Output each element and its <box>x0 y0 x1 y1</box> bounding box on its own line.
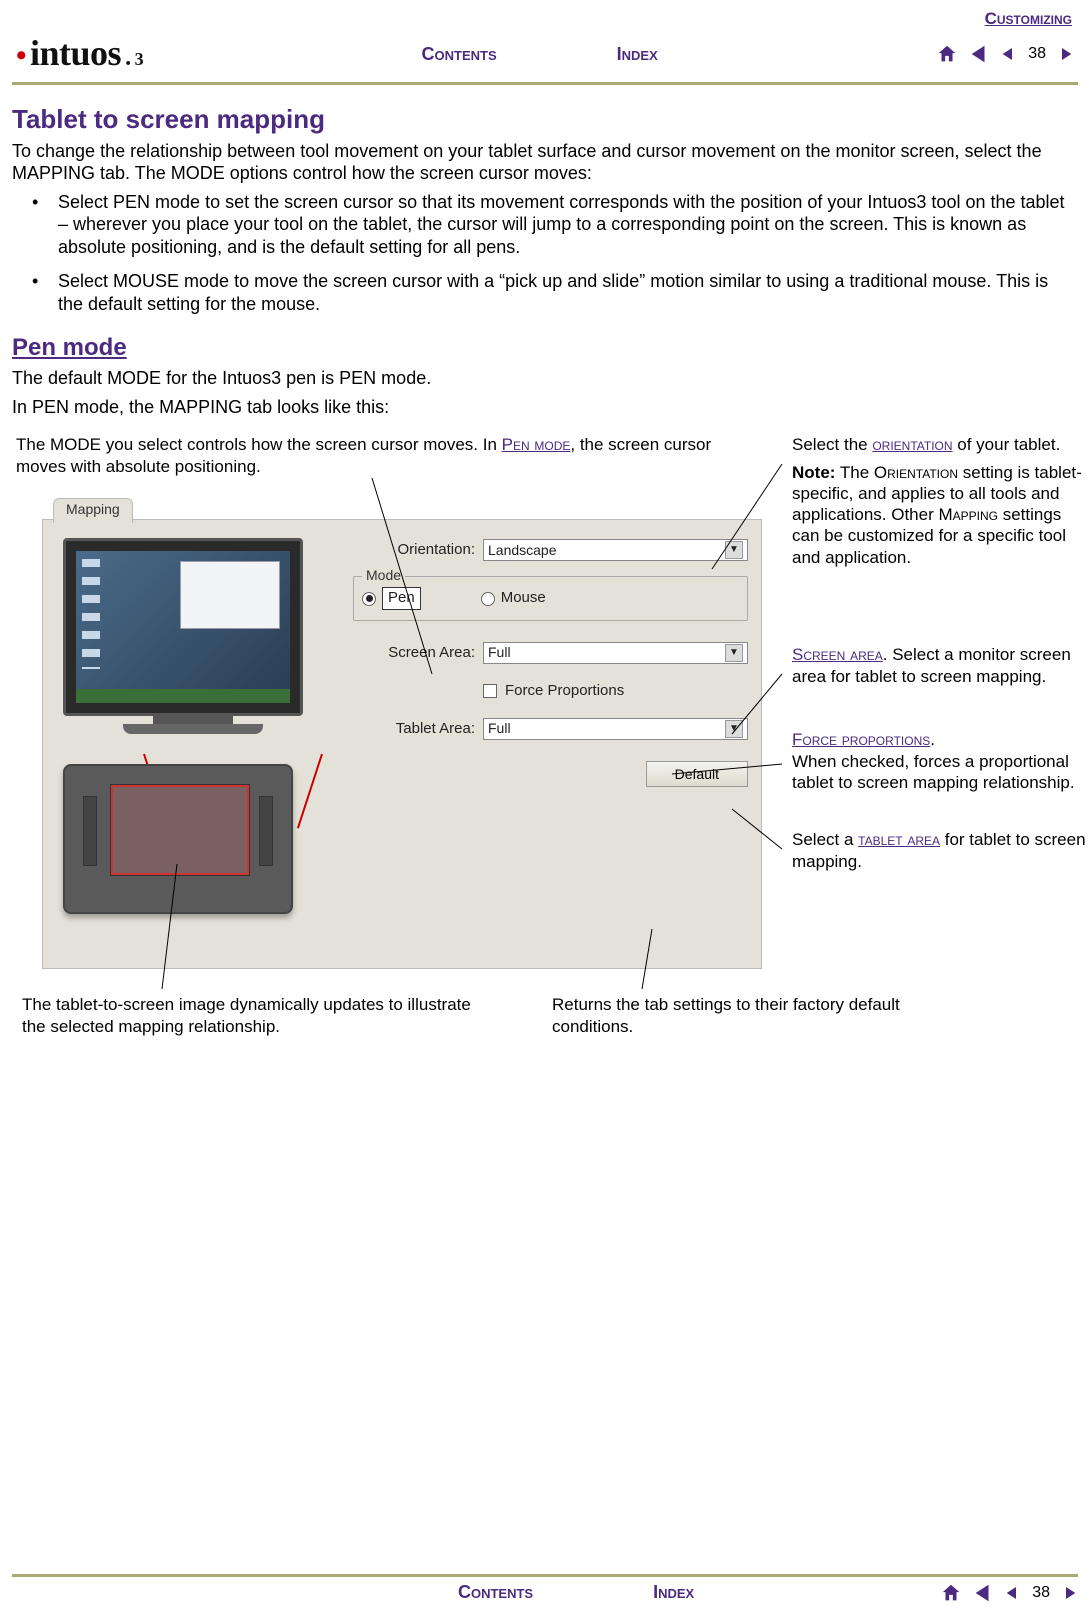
subsection-title[interactable]: Pen mode <box>12 333 1078 363</box>
callout-screen-area: Screen area. Select a monitor screen are… <box>792 644 1090 687</box>
bullet-item: Select MOUSE mode to move the screen cur… <box>32 270 1078 315</box>
contents-link[interactable]: Contents <box>422 43 497 66</box>
logo-sub: 3 <box>135 48 144 71</box>
chevron-down-icon: ▼ <box>725 644 743 662</box>
tablet-area-link[interactable]: tablet area <box>858 830 940 849</box>
mapping-panel: Mapping Orientation: <box>42 519 762 969</box>
tablet-area-label: Tablet Area: <box>353 720 483 739</box>
screen-area-select[interactable]: Full ▼ <box>483 642 748 664</box>
contents-link-footer[interactable]: Contents <box>458 1581 533 1604</box>
next-icon[interactable] <box>1058 46 1074 62</box>
subsection-text: In PEN mode, the MAPPING tab looks like … <box>12 396 1078 419</box>
callout-preview: The tablet-to-screen image dynamically u… <box>22 994 472 1037</box>
index-link[interactable]: Index <box>617 43 658 66</box>
mode-legend: Mode <box>362 567 405 585</box>
home-icon[interactable] <box>936 43 958 65</box>
chevron-down-icon: ▼ <box>725 720 743 738</box>
prev-icon-large[interactable] <box>972 1582 994 1604</box>
home-icon[interactable] <box>940 1582 962 1604</box>
screen-area-link[interactable]: Screen area <box>792 645 883 664</box>
logo: • intuos . 3 <box>16 31 143 76</box>
mapping-form: Orientation: Landscape ▼ Mode Pen <box>353 536 748 787</box>
orientation-label: Orientation: <box>353 541 483 560</box>
subsection-text: The default MODE for the Intuos3 pen is … <box>12 367 1078 390</box>
orientation-link[interactable]: orientation <box>872 435 952 454</box>
breadcrumb[interactable]: Customizing <box>12 8 1078 29</box>
force-proportions-link[interactable]: Force proportions <box>792 730 930 749</box>
callout-default: Returns the tab settings to their factor… <box>552 994 912 1037</box>
next-icon[interactable] <box>1062 1585 1078 1601</box>
index-link-footer[interactable]: Index <box>653 1581 694 1604</box>
mode-pen-radio[interactable]: Pen <box>362 587 421 610</box>
callout-tablet-area: Select a tablet area for tablet to scree… <box>792 829 1090 872</box>
monitor-icon <box>63 538 303 716</box>
chevron-down-icon: ▼ <box>725 541 743 559</box>
logo-text: intuos <box>30 31 121 76</box>
prev-icon[interactable] <box>1004 1585 1020 1601</box>
mapping-preview <box>63 538 323 938</box>
logo-dot-icon: • <box>16 41 26 71</box>
mode-group: Mode Pen Mouse <box>353 576 748 621</box>
default-button[interactable]: Default <box>646 761 748 787</box>
force-proportions-checkbox[interactable]: Force Proportions <box>483 682 624 701</box>
tablet-area-select[interactable]: Full ▼ <box>483 718 748 740</box>
bottom-nav: Contents Index 38 <box>12 1574 1078 1604</box>
tablet-icon <box>63 764 293 914</box>
prev-icon-large[interactable] <box>968 43 990 65</box>
orientation-select[interactable]: Landscape ▼ <box>483 539 748 561</box>
tab-mapping[interactable]: Mapping <box>53 498 133 523</box>
mode-mouse-radio[interactable]: Mouse <box>481 587 546 610</box>
diagram: The MODE you select controls how the scr… <box>12 434 1078 1054</box>
callout-mode: The MODE you select controls how the scr… <box>16 434 736 477</box>
page-number: 38 <box>1026 44 1048 64</box>
callout-force-proportions: Force proportions. When checked, forces … <box>792 729 1090 793</box>
prev-icon[interactable] <box>1000 46 1016 62</box>
page-number-footer: 38 <box>1030 1583 1052 1603</box>
section-title: Tablet to screen mapping <box>12 103 1078 136</box>
top-nav: • intuos . 3 Contents Index 38 <box>12 29 1078 85</box>
pen-mode-link[interactable]: Pen mode <box>502 435 571 454</box>
screen-area-label: Screen Area: <box>353 644 483 663</box>
section-intro: To change the relationship between tool … <box>12 140 1078 185</box>
callout-orientation: Select the orientation of your tablet. N… <box>792 434 1090 568</box>
bullet-item: Select PEN mode to set the screen cursor… <box>32 191 1078 259</box>
